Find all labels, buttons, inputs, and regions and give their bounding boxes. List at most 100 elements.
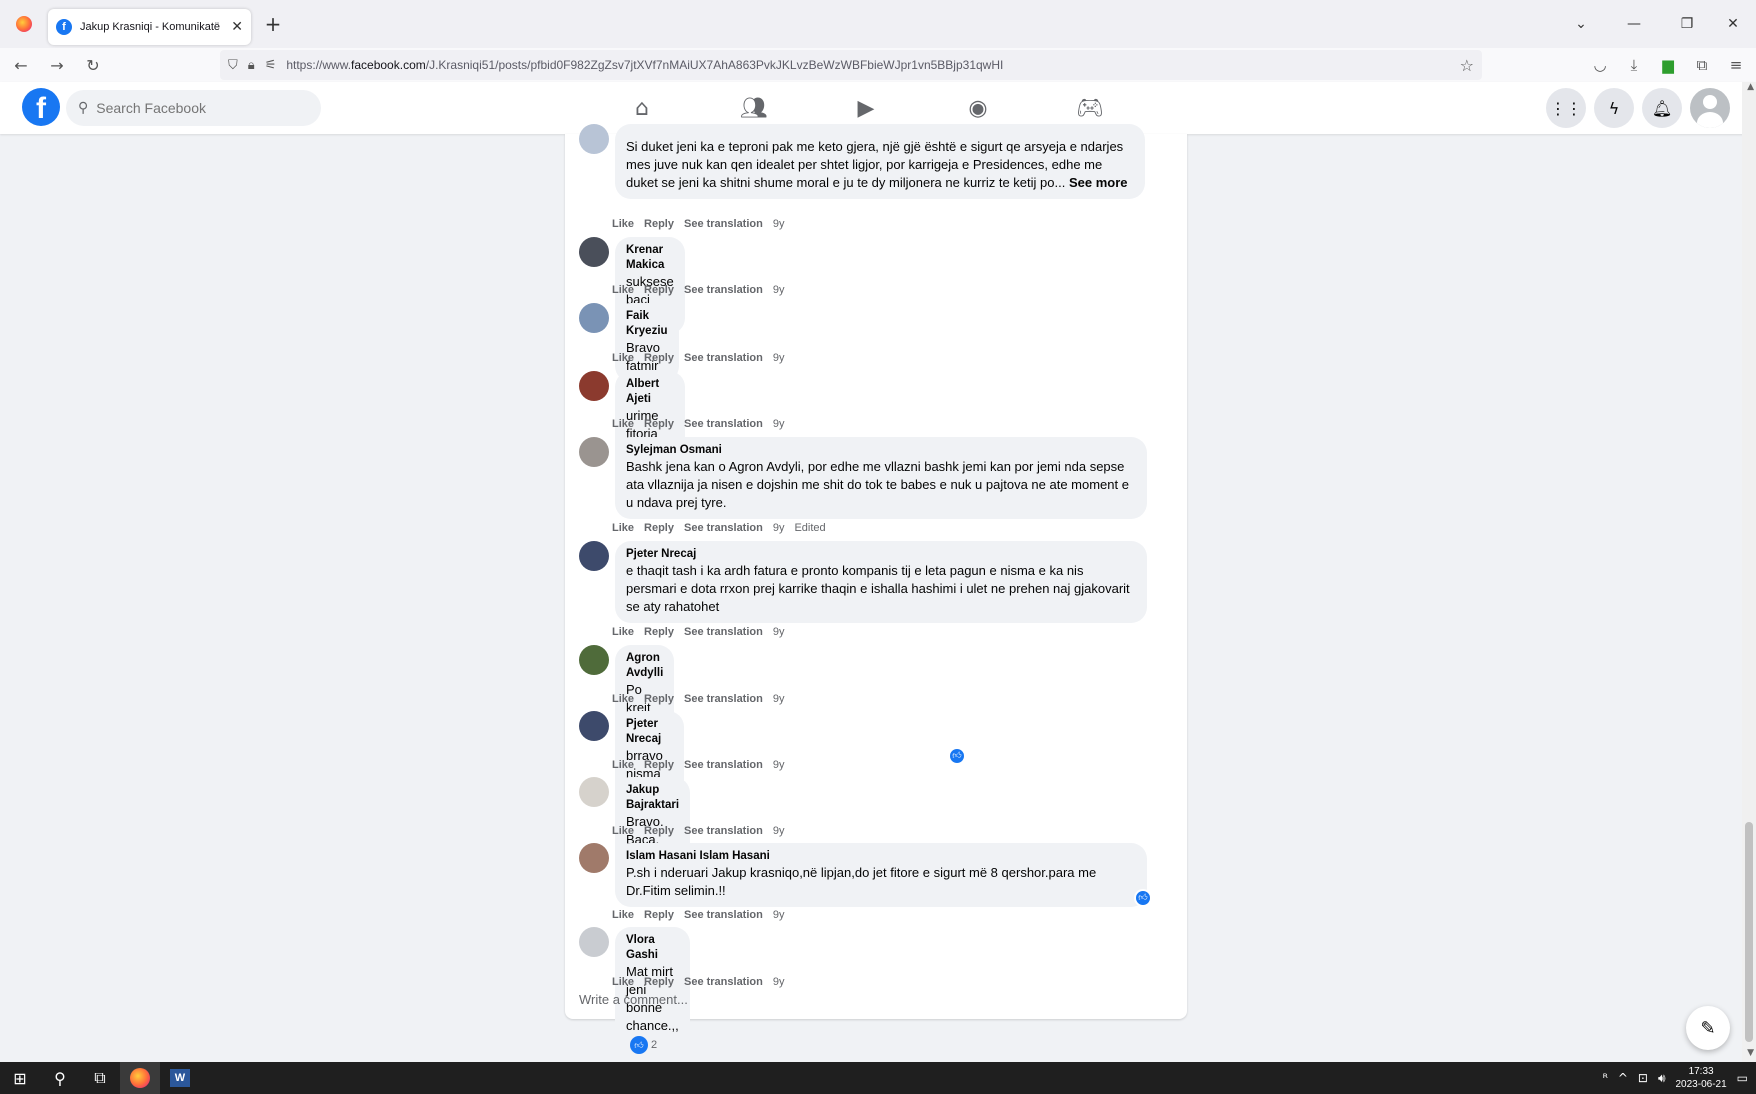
facebook-logo[interactable]: f [22,88,60,126]
forward-icon[interactable]: → [42,56,72,75]
messenger-icon[interactable]: ϟ [1594,88,1634,128]
see-translation-link[interactable]: See translation [684,352,763,364]
like-link[interactable]: Like [612,218,634,230]
extension-icon[interactable]: ▆ [1658,56,1678,74]
volume-icon[interactable]: 🔊︎ [1658,1071,1666,1086]
comment-time[interactable]: 9y [773,218,785,230]
network-icon[interactable]: ⊡ [1638,1071,1648,1085]
see-translation-link[interactable]: See translation [684,522,763,534]
commenter-avatar[interactable] [579,371,609,401]
show-hidden-icons[interactable]: ^ [1618,1071,1628,1085]
commenter-avatar[interactable] [579,541,609,571]
commenter-name[interactable]: Krenar Makica [626,243,674,273]
search-input[interactable] [96,100,297,116]
commenter-name[interactable]: Pjeter Nrecaj [626,547,1136,562]
close-window-button[interactable]: ✕ [1710,16,1756,32]
like-reaction-icon[interactable]: 👍︎ [948,747,966,765]
commenter-name[interactable]: Jakup Bajraktari [626,783,679,813]
firefox-menu[interactable] [0,0,48,48]
reply-link[interactable]: Reply [644,352,674,364]
see-translation-link[interactable]: See translation [684,759,763,771]
reaction-count[interactable]: 2 [651,1039,657,1051]
reload-icon[interactable]: ↻ [78,56,108,75]
like-link[interactable]: Like [612,825,634,837]
reply-link[interactable]: Reply [644,626,674,638]
scrollbar-thumb[interactable] [1745,822,1753,1042]
comment-time[interactable]: 9y [773,909,785,921]
like-link[interactable]: Like [612,693,634,705]
bookmark-star-icon[interactable]: ☆ [1460,56,1474,75]
lock-icon[interactable]: 🔒︎ [248,58,255,73]
commenter-avatar[interactable] [579,777,609,807]
reply-link[interactable]: Reply [644,284,674,296]
commenter-name[interactable]: Agron Avdylli [626,651,663,681]
commenter-avatar[interactable] [579,303,609,333]
hamburger-menu-icon[interactable]: ≡ [1726,56,1746,74]
downloads-icon[interactable]: ⤓ [1624,56,1644,74]
commenter-avatar[interactable] [579,437,609,467]
write-comment-input[interactable]: Write a comment... [579,992,688,1007]
see-translation-link[interactable]: See translation [684,284,763,296]
comment-time[interactable]: 9y [773,352,785,364]
commenter-name[interactable]: Sylejman Osmani [626,443,1136,458]
browser-tab[interactable]: f Jakup Krasniqi - Komunikatë Te ✕ [48,9,251,45]
commenter-avatar[interactable] [579,237,609,267]
commenter-avatar[interactable] [579,927,609,957]
scroll-down-icon[interactable]: ▼ [1747,1048,1754,1058]
close-tab-icon[interactable]: ✕ [231,19,243,35]
notifications-bell-icon[interactable]: 🔔︎ [1642,88,1682,128]
like-link[interactable]: Like [612,418,634,430]
like-link[interactable]: Like [612,352,634,364]
comment-time[interactable]: 9y [773,626,785,638]
new-tab-button[interactable]: + [255,12,291,36]
url-text[interactable]: https://www.facebook.com/J.Krasniqi51/po… [286,58,1449,72]
like-link[interactable]: Like [612,522,634,534]
see-translation-link[interactable]: See translation [684,825,763,837]
list-tabs-icon[interactable]: ⌄ [1558,16,1604,32]
commenter-name[interactable]: Albert Ajeti [626,377,674,407]
minimize-button[interactable]: — [1604,16,1664,32]
reply-link[interactable]: Reply [644,218,674,230]
reply-link[interactable]: Reply [644,759,674,771]
like-reaction-icon[interactable]: 👍︎ [630,1035,648,1054]
task-view-icon[interactable]: ⧉ [80,1062,120,1094]
windows-start-icon[interactable]: ⊞ [0,1062,40,1094]
new-message-button[interactable]: ✎ [1686,1006,1730,1050]
see-translation-link[interactable]: See translation [684,418,763,430]
comment-time[interactable]: 9y [773,759,785,771]
commenter-name[interactable]: Vlora Gashi [626,933,679,963]
menu-grid-icon[interactable]: ⋮⋮ [1546,88,1586,128]
like-link[interactable]: Like [612,759,634,771]
reply-link[interactable]: Reply [644,976,674,988]
reply-link[interactable]: Reply [644,825,674,837]
taskbar-search-icon[interactable]: ⚲ [40,1062,80,1094]
extensions-puzzle-icon[interactable]: ⧉ [1692,56,1712,74]
like-link[interactable]: Like [612,909,634,921]
see-translation-link[interactable]: See translation [684,626,763,638]
scroll-up-icon[interactable]: ▲ [1747,82,1754,92]
see-translation-link[interactable]: See translation [684,693,763,705]
like-link[interactable]: Like [612,284,634,296]
like-link[interactable]: Like [612,976,634,988]
comment-time[interactable]: 9y [773,693,785,705]
like-reaction-icon[interactable]: 👍︎ [1134,889,1152,907]
comment-time[interactable]: 9y [773,976,785,988]
reply-link[interactable]: Reply [644,909,674,921]
see-translation-link[interactable]: See translation [684,976,763,988]
commenter-avatar[interactable] [579,645,609,675]
reply-link[interactable]: Reply [644,693,674,705]
commenter-name[interactable]: Faik Kryeziu [626,309,668,339]
page-scrollbar[interactable]: ▲ ▼ [1742,82,1756,1062]
taskbar-clock[interactable]: 17:33 2023-06-21 [1676,1065,1727,1091]
back-icon[interactable]: ← [6,56,36,75]
account-avatar[interactable] [1690,88,1730,128]
commenter-avatar[interactable] [579,124,609,154]
taskbar-firefox[interactable] [120,1062,160,1094]
reply-link[interactable]: Reply [644,522,674,534]
commenter-name[interactable]: Pjeter Nrecaj [626,717,673,747]
see-more-link[interactable]: See more [1069,175,1128,190]
url-bar[interactable]: ⛉ 🔒︎ ⚟ https://www.facebook.com/J.Krasni… [220,50,1482,80]
taskbar-word[interactable]: W [160,1062,200,1094]
see-translation-link[interactable]: See translation [684,218,763,230]
commenter-avatar[interactable] [579,711,609,741]
